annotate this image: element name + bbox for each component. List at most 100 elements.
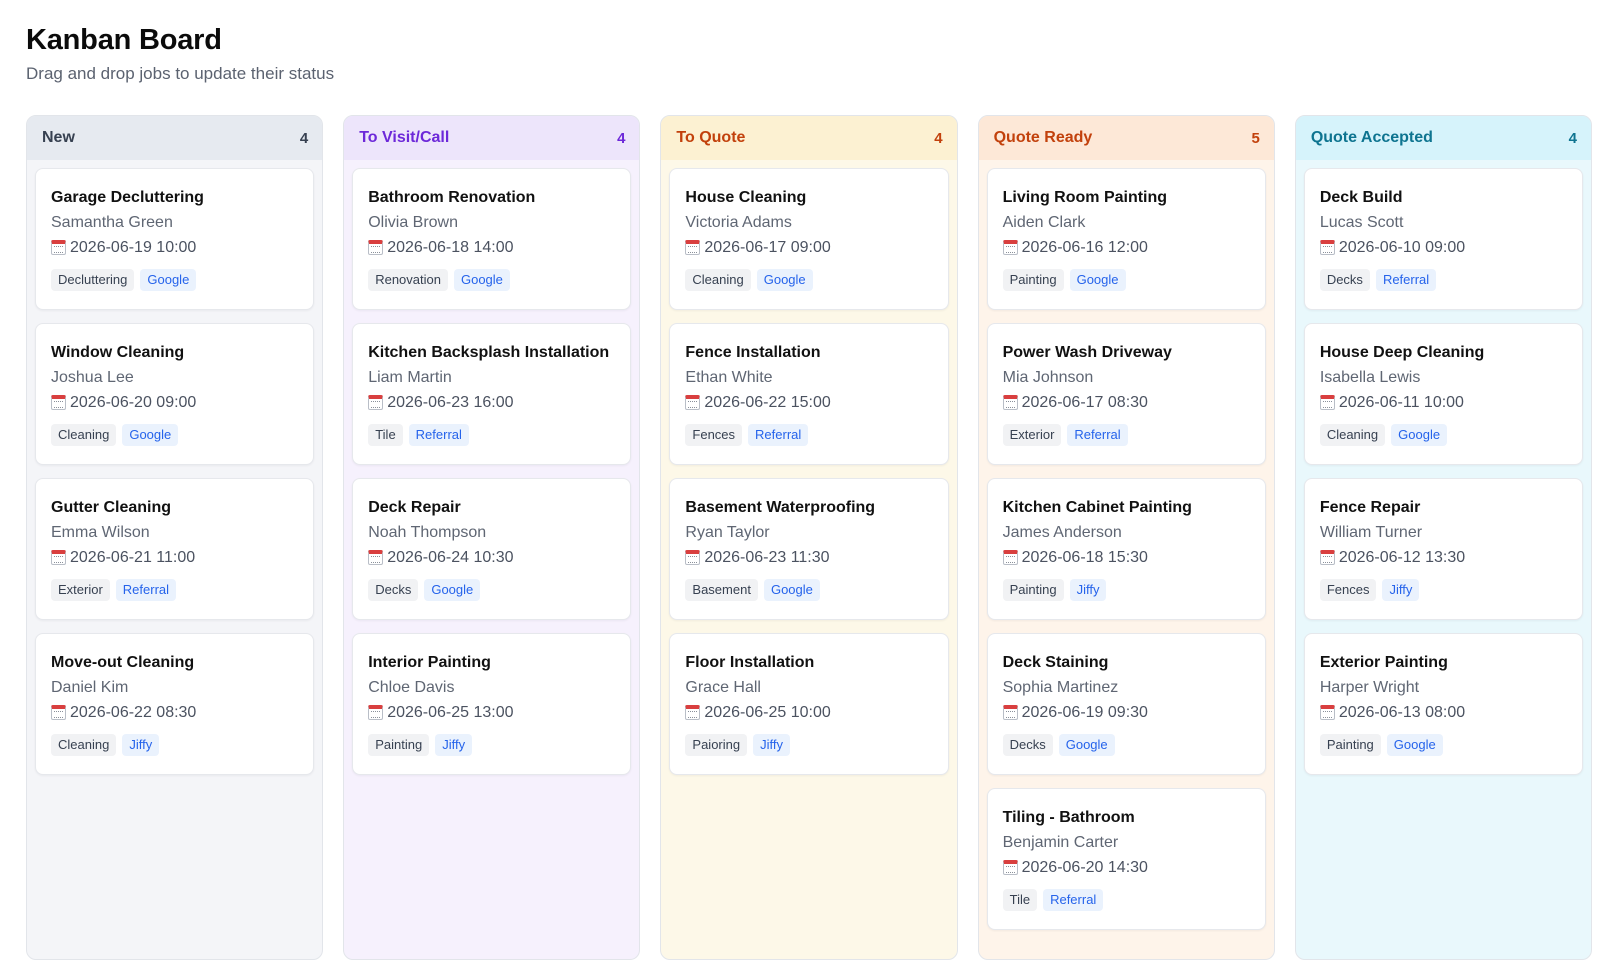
source-tag: Google — [756, 269, 813, 291]
job-date: 2026-06-18 15:30 — [1002, 545, 1250, 571]
job-tags: Basement Google — [685, 579, 932, 601]
job-date: 2026-06-23 16:00 — [368, 390, 615, 416]
job-client: Sophia Martinez — [1002, 679, 1119, 696]
column-quote-ready[interactable]: Quote Ready 5 Living Room Painting Aiden… — [977, 115, 1275, 960]
job-client: Mia Johnson — [1002, 369, 1094, 386]
job-date: 2026-06-12 13:30 — [1319, 545, 1567, 571]
column-count: 4 — [1568, 129, 1578, 147]
job-date: 2026-06-20 14:30 — [1002, 855, 1250, 881]
job-title: Gutter Cleaning — [51, 499, 172, 516]
job-card[interactable]: Basement Waterproofing Ryan Taylor 2026-… — [669, 478, 949, 620]
column-quote-accepted[interactable]: Quote Accepted 4 Deck Build Lucas Scott … — [1294, 115, 1593, 960]
job-tags: Exterior Referral — [1002, 424, 1250, 446]
source-tag: Google — [453, 269, 510, 291]
column-count: 5 — [1251, 129, 1260, 147]
job-card[interactable]: Power Wash Driveway Mia Johnson 2026-06-… — [986, 323, 1266, 465]
source-tag: Referral — [1375, 269, 1437, 291]
job-card[interactable]: Kitchen Backsplash Installation Liam Mar… — [352, 323, 632, 465]
job-title: House Cleaning — [685, 189, 807, 206]
job-title: Power Wash Driveway — [1002, 344, 1172, 361]
job-date-text: 2026-06-10 09:00 — [1338, 239, 1466, 256]
source-tag: Jiffy — [1069, 579, 1107, 601]
job-card[interactable]: Bathroom Renovation Olivia Brown 2026-06… — [352, 168, 632, 310]
category-tag: Decks — [368, 579, 419, 601]
column-count: 4 — [617, 129, 626, 147]
job-card[interactable]: Window Cleaning Joshua Lee 2026-06-20 09… — [35, 323, 315, 465]
column-new[interactable]: New 4 Garage Decluttering Samantha Green… — [26, 115, 324, 960]
job-title: Deck Build — [1319, 189, 1403, 206]
calendar-icon — [1319, 239, 1335, 255]
job-card[interactable]: Deck Staining Sophia Martinez 2026-06-19… — [986, 633, 1266, 775]
card-list: House Cleaning Victoria Adams 2026-06-17… — [661, 160, 956, 775]
calendar-icon — [1002, 859, 1018, 875]
job-card[interactable]: House Cleaning Victoria Adams 2026-06-17… — [669, 168, 949, 310]
job-date: 2026-06-21 11:00 — [51, 545, 298, 571]
job-title: Fence Repair — [1319, 499, 1421, 516]
job-card[interactable]: Deck Repair Noah Thompson 2026-06-24 10:… — [352, 478, 632, 620]
category-tag: Cleaning — [685, 269, 751, 291]
calendar-icon — [368, 394, 384, 410]
job-date-text: 2026-06-25 10:00 — [704, 704, 831, 721]
job-date: 2026-06-17 09:00 — [685, 235, 932, 261]
column-header: To Quote 4 — [661, 116, 957, 160]
job-tags: Tile Referral — [368, 424, 615, 446]
job-client: Liam Martin — [368, 369, 452, 386]
source-tag: Referral — [1067, 424, 1128, 446]
job-client: Isabella Lewis — [1319, 369, 1421, 386]
job-card[interactable]: Gutter Cleaning Emma Wilson 2026-06-21 1… — [35, 478, 315, 620]
source-tag: Referral — [748, 424, 809, 446]
job-date: 2026-06-25 13:00 — [368, 700, 615, 726]
job-title: Floor Installation — [685, 654, 815, 671]
job-card[interactable]: Fence Repair William Turner 2026-06-12 1… — [1303, 478, 1584, 620]
column-count: 4 — [299, 129, 309, 147]
job-card[interactable]: Interior Painting Chloe Davis 2026-06-25… — [352, 633, 632, 775]
job-date-text: 2026-06-19 10:00 — [70, 239, 197, 256]
job-client: Daniel Kim — [51, 679, 129, 696]
job-client: Ryan Taylor — [685, 524, 770, 541]
job-card[interactable]: Move-out Cleaning Daniel Kim 2026-06-22 … — [35, 633, 315, 775]
category-tag: Renovation — [368, 269, 448, 291]
source-tag: Jiffy — [1382, 579, 1420, 601]
job-card[interactable]: House Deep Cleaning Isabella Lewis 2026-… — [1303, 323, 1584, 465]
source-tag: Google — [140, 269, 197, 291]
job-tags: Cleaning Google — [1319, 424, 1567, 446]
category-tag: Cleaning — [51, 734, 117, 756]
job-card[interactable]: Garage Decluttering Samantha Green 2026-… — [35, 168, 315, 310]
calendar-icon — [51, 549, 66, 565]
job-card[interactable]: Deck Build Lucas Scott 2026-06-10 09:00 … — [1303, 168, 1584, 310]
source-tag: Jiffy — [753, 734, 790, 756]
source-tag: Google — [1386, 734, 1443, 756]
job-title: Deck Staining — [1002, 654, 1109, 671]
job-date-text: 2026-06-24 10:30 — [387, 549, 514, 566]
job-client: Chloe Davis — [368, 679, 455, 696]
job-tags: Decluttering Google — [51, 269, 298, 291]
calendar-icon — [685, 704, 701, 720]
category-tag: Exterior — [51, 579, 110, 601]
job-client: Victoria Adams — [685, 214, 792, 231]
category-tag: Tile — [368, 424, 403, 446]
job-tags: Painting Google — [1002, 269, 1250, 291]
category-tag: Tile — [1002, 889, 1038, 911]
job-card[interactable]: Tiling - Bathroom Benjamin Carter 2026-0… — [986, 788, 1266, 930]
source-tag: Google — [1069, 269, 1126, 291]
calendar-icon — [685, 394, 701, 410]
job-card[interactable]: Floor Installation Grace Hall 2026-06-25… — [669, 633, 949, 775]
column-to-visit-call[interactable]: To Visit/Call 4 Bathroom Renovation Oliv… — [343, 115, 641, 960]
column-to-quote[interactable]: To Quote 4 House Cleaning Victoria Adams… — [660, 115, 958, 960]
job-card[interactable]: Exterior Painting Harper Wright 2026-06-… — [1303, 633, 1584, 775]
job-date: 2026-06-20 09:00 — [51, 390, 298, 416]
category-tag: Fences — [1319, 579, 1377, 601]
source-tag: Referral — [408, 424, 469, 446]
job-card[interactable]: Kitchen Cabinet Painting James Anderson … — [986, 478, 1266, 620]
calendar-icon — [51, 704, 66, 720]
column-title: Quote Ready — [993, 129, 1093, 146]
job-date-text: 2026-06-23 16:00 — [387, 394, 514, 411]
job-title: Kitchen Backsplash Installation — [368, 344, 610, 361]
job-card[interactable]: Fence Installation Ethan White 2026-06-2… — [669, 323, 949, 465]
category-tag: Decks — [1002, 734, 1053, 756]
job-date: 2026-06-19 09:30 — [1002, 700, 1250, 726]
job-client: Aiden Clark — [1002, 214, 1086, 231]
source-tag: Google — [122, 424, 179, 446]
job-client: William Turner — [1319, 524, 1423, 541]
job-card[interactable]: Living Room Painting Aiden Clark 2026-06… — [986, 168, 1266, 310]
